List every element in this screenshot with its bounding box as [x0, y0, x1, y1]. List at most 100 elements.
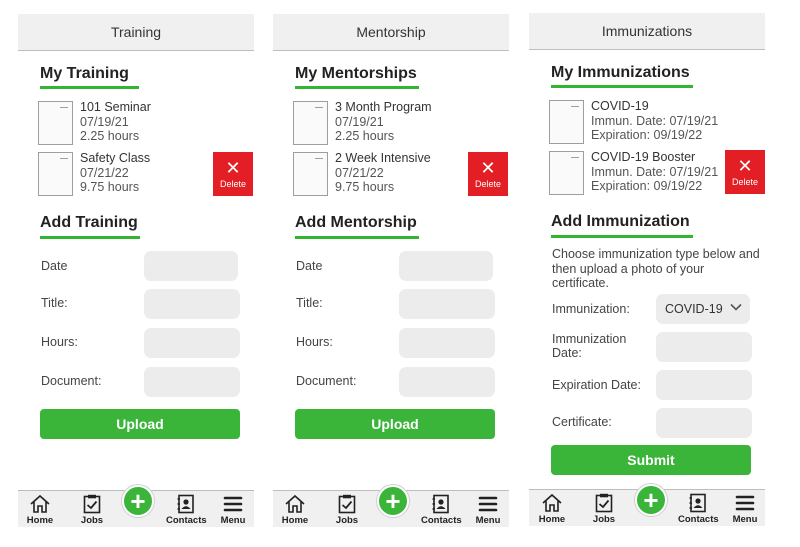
- contacts-icon: [678, 493, 718, 513]
- record-name: 101 Seminar: [80, 100, 151, 114]
- document-icon: [549, 151, 584, 195]
- delete-button[interactable]: ✕ Delete: [213, 152, 253, 196]
- record-name: Safety Class: [80, 151, 151, 165]
- immunizations-screen: Immunizations My Immunizations COVID-19 …: [529, 13, 765, 526]
- section-title-my-immunizations: My Immunizations: [551, 64, 690, 81]
- nav-menu[interactable]: Menu: [468, 494, 508, 526]
- section-underline: [551, 235, 693, 238]
- nav-contacts[interactable]: Contacts: [421, 494, 462, 526]
- record-date: 07/21/22: [80, 165, 129, 180]
- hamburger-menu-icon: [725, 493, 765, 513]
- nav-contacts[interactable]: Contacts: [678, 493, 719, 525]
- contacts-icon: [421, 494, 461, 514]
- chevron-down-icon: [730, 300, 742, 315]
- record-expiration: Expiration: 09/19/22: [591, 179, 703, 193]
- document-icon: [293, 101, 328, 145]
- nav-contacts-label: Contacts: [678, 514, 719, 525]
- record-immun-date: Immun. Date: 07/19/21: [591, 113, 719, 128]
- expiration-date-label: Expiration Date:: [552, 378, 641, 392]
- nav-home-label: Home: [26, 515, 54, 526]
- document-icon: [38, 101, 73, 145]
- hours-field[interactable]: [144, 328, 240, 358]
- nav-menu-label: Menu: [732, 514, 758, 525]
- page-header: Immunizations: [529, 13, 765, 50]
- section-underline: [551, 85, 693, 88]
- list-item[interactable]: 3 Month Program 07/19/21 2.25 hours: [293, 100, 473, 145]
- page-title: Mentorship: [356, 24, 426, 40]
- record-immun-date: Immun. Date: 07/19/21: [591, 164, 719, 179]
- list-item[interactable]: COVID-19 Immun. Date: 07/19/21 Expiratio…: [549, 99, 739, 144]
- immunization-date-field[interactable]: [656, 332, 752, 362]
- section-title-add-immunization: Add Immunization: [551, 213, 690, 230]
- record-name: COVID-19: [591, 99, 649, 113]
- expiration-date-field[interactable]: [656, 370, 752, 400]
- section-underline: [295, 86, 419, 89]
- date-label: Date: [296, 259, 323, 273]
- nav-menu[interactable]: Menu: [213, 494, 253, 526]
- home-icon: [532, 493, 572, 513]
- hours-field[interactable]: [399, 328, 495, 358]
- contacts-icon: [166, 494, 206, 514]
- training-screen: Training My Training 101 Seminar 07/19/2…: [18, 14, 254, 527]
- list-item[interactable]: 2 Week Intensive 07/21/22 9.75 hours: [293, 151, 473, 196]
- date-field[interactable]: [399, 251, 493, 281]
- list-item[interactable]: 101 Seminar 07/19/21 2.25 hours: [38, 100, 218, 145]
- page-header: Training: [18, 14, 254, 51]
- document-label: Document:: [296, 374, 357, 388]
- delete-label: Delete: [731, 176, 758, 187]
- delete-button[interactable]: ✕ Delete: [725, 150, 765, 194]
- record-name: COVID-19 Booster: [591, 151, 696, 164]
- add-button[interactable]: +: [635, 484, 667, 516]
- record-date: 07/19/21: [80, 114, 129, 129]
- nav-menu-label: Menu: [220, 515, 246, 526]
- clipboard-icon: [72, 494, 112, 514]
- nav-home-label: Home: [538, 514, 566, 525]
- close-icon: ✕: [480, 157, 496, 178]
- nav-jobs[interactable]: Jobs: [72, 494, 112, 526]
- nav-jobs-label: Jobs: [335, 515, 359, 526]
- instructions-text: Choose immunization type below and then …: [552, 247, 760, 290]
- title-label: Title:: [41, 296, 68, 310]
- list-item[interactable]: COVID-19 Booster Immun. Date: 07/19/21 E…: [549, 151, 725, 195]
- submit-button[interactable]: Submit: [551, 445, 751, 475]
- list-item[interactable]: Safety Class 07/21/22 9.75 hours: [38, 151, 218, 196]
- certificate-label: Certificate:: [552, 415, 612, 429]
- immunization-selected-value: COVID-19: [665, 302, 723, 316]
- title-field[interactable]: [399, 289, 495, 319]
- nav-home[interactable]: Home: [20, 494, 60, 526]
- record-hours: 9.75 hours: [80, 180, 140, 194]
- record-hours: 9.75 hours: [335, 180, 395, 194]
- nav-menu[interactable]: Menu: [725, 493, 765, 525]
- page-title: Training: [110, 24, 162, 40]
- upload-button[interactable]: Upload: [40, 409, 240, 439]
- page-header: Mentorship: [273, 14, 509, 51]
- hamburger-menu-icon: [468, 494, 508, 514]
- document-icon: [38, 152, 73, 196]
- immunization-select[interactable]: COVID-19: [656, 294, 750, 324]
- nav-home[interactable]: Home: [275, 494, 315, 526]
- certificate-field[interactable]: [656, 408, 752, 438]
- title-field[interactable]: [144, 289, 240, 319]
- delete-label: Delete: [219, 178, 246, 189]
- add-button[interactable]: +: [377, 485, 409, 517]
- section-underline: [40, 86, 139, 89]
- nav-home-label: Home: [281, 515, 309, 526]
- delete-button[interactable]: ✕ Delete: [468, 152, 508, 196]
- add-button[interactable]: +: [122, 485, 154, 517]
- record-hours: 2.25 hours: [80, 129, 140, 143]
- nav-jobs-label: Jobs: [80, 515, 104, 526]
- record-date: 07/19/21: [335, 114, 384, 129]
- nav-contacts-label: Contacts: [421, 515, 462, 526]
- record-date: 07/21/22: [335, 165, 384, 180]
- document-field[interactable]: [144, 367, 240, 397]
- upload-button[interactable]: Upload: [295, 409, 495, 439]
- date-field[interactable]: [144, 251, 238, 281]
- nav-contacts[interactable]: Contacts: [166, 494, 207, 526]
- document-field[interactable]: [399, 367, 495, 397]
- nav-home[interactable]: Home: [532, 493, 572, 525]
- record-name: 2 Week Intensive: [335, 151, 431, 165]
- nav-jobs[interactable]: Jobs: [584, 493, 624, 525]
- document-icon: [549, 100, 584, 144]
- nav-jobs[interactable]: Jobs: [327, 494, 367, 526]
- bottom-nav: Home Jobs + Contacts Menu: [529, 484, 765, 526]
